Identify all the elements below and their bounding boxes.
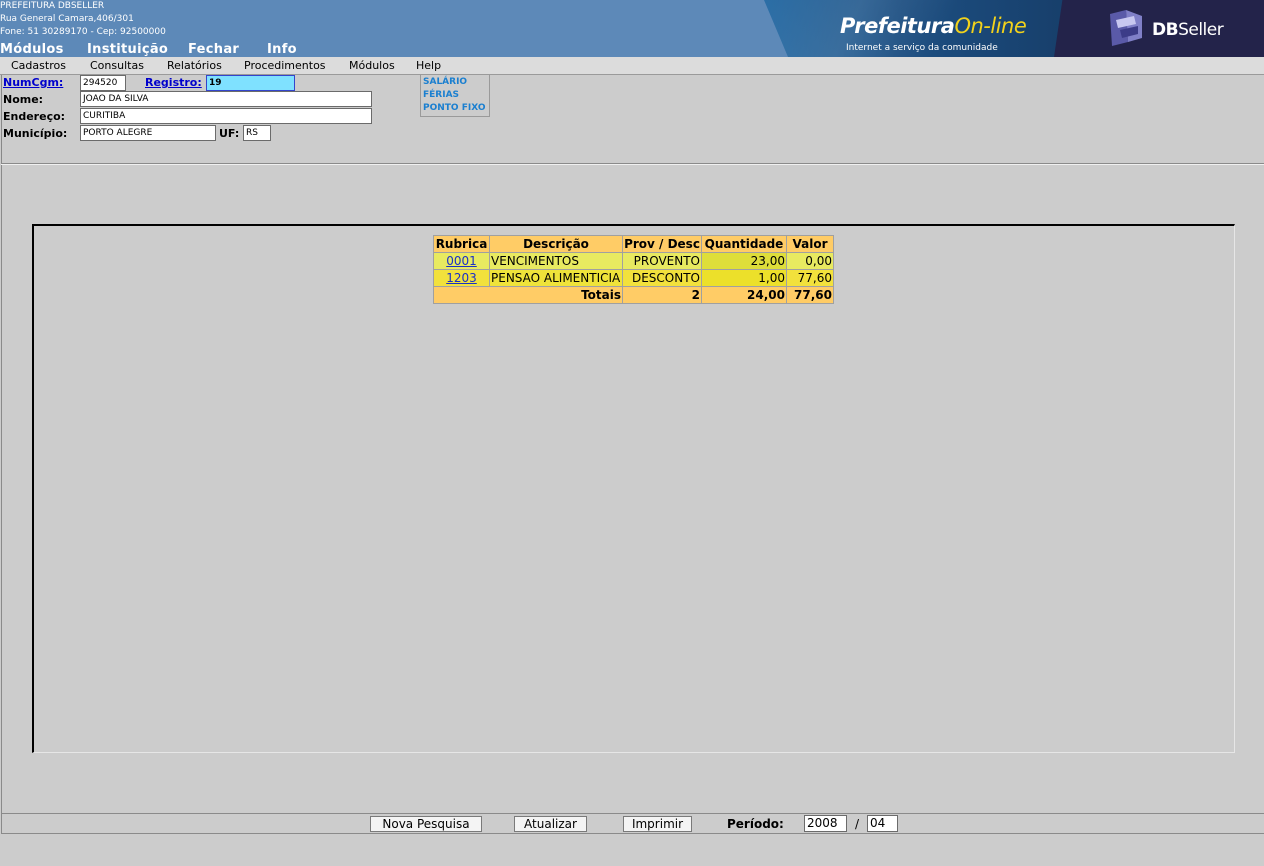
totals-quantidade: 24,00 xyxy=(701,286,787,304)
rubricas-table: Rubrica Descrição Prov / Desc Quantidade… xyxy=(433,235,834,304)
institution-name: PREFEITURA DBSELLER xyxy=(0,1,105,11)
form-separator xyxy=(1,163,1264,165)
col-quantidade: Quantidade xyxy=(701,235,787,253)
uf-field[interactable]: RS xyxy=(243,125,271,141)
registro-label[interactable]: Registro: xyxy=(145,76,202,89)
numcgm-label[interactable]: NumCgm: xyxy=(3,76,63,89)
menu-help[interactable]: Help xyxy=(416,59,441,72)
endereco-field[interactable]: CURITIBA xyxy=(80,108,372,124)
menu-modulos[interactable]: Módulos xyxy=(349,59,395,72)
dbseller-wordmark: DBSeller xyxy=(1152,20,1224,40)
registro-field[interactable]: 19 xyxy=(206,75,295,91)
nova-pesquisa-button[interactable]: Nova Pesquisa xyxy=(370,816,482,832)
top-menu-instituicao[interactable]: Instituição xyxy=(87,42,168,57)
menu-bar: Cadastros Consultas Relatórios Procedime… xyxy=(0,57,1264,75)
institution-info: PREFEITURA DBSELLER Rua General Camara,4… xyxy=(0,0,166,39)
endereco-label: Endereço: xyxy=(3,110,66,123)
dbseller-banner: DBSeller xyxy=(1054,0,1264,57)
bottom-toolbar: Nova Pesquisa Atualizar Imprimir Período… xyxy=(1,813,1264,834)
tipo-folha-ponto-fixo[interactable]: PONTO FIXO xyxy=(423,103,485,113)
tipo-folha-salario[interactable]: SALÁRIO xyxy=(423,77,467,87)
periodo-label: Período: xyxy=(727,817,784,831)
atualizar-button[interactable]: Atualizar xyxy=(514,816,587,832)
table-row: 0001 VENCIMENTOS PROVENTO 23,00 0,00 xyxy=(433,252,834,270)
col-prov-desc: Prov / Desc xyxy=(622,235,702,253)
nome-label: Nome: xyxy=(3,93,44,106)
dbseller-logo-icon xyxy=(1110,10,1142,46)
col-rubrica: Rubrica xyxy=(433,235,490,253)
totals-count: 2 xyxy=(622,286,702,304)
app-header: PREFEITURA DBSELLER Rua General Camara,4… xyxy=(0,0,1264,57)
numcgm-field[interactable]: 294520 xyxy=(80,75,126,91)
imprimir-button[interactable]: Imprimir xyxy=(623,816,692,832)
top-menu-modulos[interactable]: Módulos xyxy=(0,42,64,57)
nome-field[interactable]: JOAO DA SILVA xyxy=(80,91,372,107)
table-header-row: Rubrica Descrição Prov / Desc Quantidade… xyxy=(433,235,834,253)
rubrica-cell: 1203 xyxy=(433,269,490,287)
rubrica-link[interactable]: 1203 xyxy=(446,271,477,285)
uf-label: UF: xyxy=(219,127,240,140)
prefeitura-online-logo: PrefeituraOn-line xyxy=(840,14,1027,38)
prefeitura-online-banner: PrefeituraOn-line Internet a serviço da … xyxy=(764,0,1064,57)
institution-phone: Fone: 51 30289170 - Cep: 92500000 xyxy=(0,27,166,37)
totals-label: Totais xyxy=(433,286,623,304)
rubrica-link[interactable]: 0001 xyxy=(446,254,477,268)
top-menu-info[interactable]: Info xyxy=(267,42,297,57)
quantidade-cell: 1,00 xyxy=(701,269,787,287)
menu-consultas[interactable]: Consultas xyxy=(90,59,144,72)
periodo-ano-field[interactable]: 2008 xyxy=(804,815,847,832)
valor-cell: 77,60 xyxy=(786,269,834,287)
tipo-cell: PROVENTO xyxy=(622,252,702,270)
left-frame-border xyxy=(1,165,2,834)
tipo-folha-menu: SALÁRIO FÉRIAS PONTO FIXO xyxy=(420,75,490,117)
rubrica-cell: 0001 xyxy=(433,252,490,270)
periodo-mes-field[interactable]: 04 xyxy=(867,815,898,832)
tipo-cell: DESCONTO xyxy=(622,269,702,287)
totals-valor: 77,60 xyxy=(786,286,834,304)
banner-tagline: Internet a serviço da comunidade xyxy=(846,43,998,53)
top-menu-fechar[interactable]: Fechar xyxy=(188,42,239,57)
valor-cell: 0,00 xyxy=(786,252,834,270)
menu-cadastros[interactable]: Cadastros xyxy=(11,59,66,72)
col-descricao: Descrição xyxy=(489,235,623,253)
quantidade-cell: 23,00 xyxy=(701,252,787,270)
municipio-label: Município: xyxy=(3,127,68,140)
periodo-separator: / xyxy=(855,817,860,831)
descricao-cell: PENSAO ALIMENTICIA xyxy=(489,269,623,287)
institution-address: Rua General Camara,406/301 xyxy=(0,14,134,24)
table-row: 1203 PENSAO ALIMENTICIA DESCONTO 1,00 77… xyxy=(433,269,834,287)
search-form: NumCgm: 294520 Registro: 19 Nome: JOAO D… xyxy=(1,75,1264,164)
totals-row: Totais 2 24,00 77,60 xyxy=(433,286,834,304)
tipo-folha-ferias[interactable]: FÉRIAS xyxy=(423,90,459,100)
col-valor: Valor xyxy=(786,235,834,253)
results-frame: Rubrica Descrição Prov / Desc Quantidade… xyxy=(32,224,1235,753)
descricao-cell: VENCIMENTOS xyxy=(489,252,623,270)
menu-procedimentos[interactable]: Procedimentos xyxy=(244,59,326,72)
municipio-field[interactable]: PORTO ALEGRE xyxy=(80,125,216,141)
menu-relatorios[interactable]: Relatórios xyxy=(167,59,222,72)
